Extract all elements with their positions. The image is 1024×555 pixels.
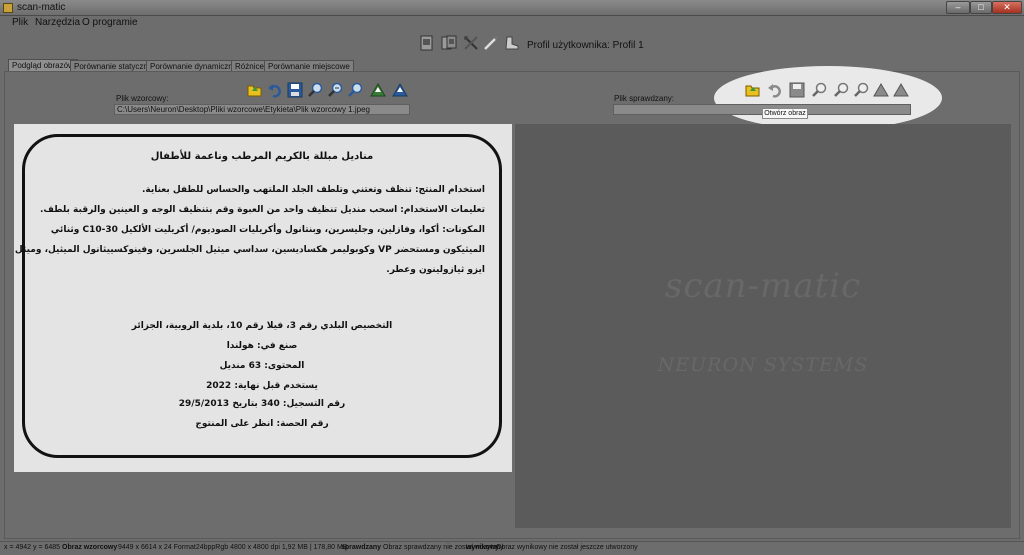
reference-image: مناديل مبللة بالكريم المرطب وناعمة للأطف… [14, 124, 512, 472]
triangle-right-icon[interactable] [892, 81, 910, 99]
zoom-fit-icon[interactable] [346, 81, 364, 99]
app-icon [3, 3, 13, 13]
close-button[interactable]: ✕ [992, 1, 1022, 14]
label-line-usage: استخدام المنتج: تنظف وتعتني وتلطف الجلد … [141, 185, 485, 195]
triangle-right-icon[interactable] [391, 81, 409, 99]
menu-o-programie[interactable]: O programie [82, 17, 138, 28]
status-bar: x = 4942 y = 6485 Obraz wzorcowy 9449 x … [0, 541, 1024, 555]
zoom-in-icon[interactable] [306, 81, 324, 99]
zoom-out-icon[interactable] [832, 81, 850, 99]
label-expiry: يستخدم قبل نهاية: 2022 [206, 381, 318, 391]
label-registration: رقم التسجيل: 340 بتاريخ 29/5/2013 [178, 399, 346, 409]
reference-file-label: Plik wzorcowy: [116, 94, 169, 103]
open-folder-icon[interactable] [744, 81, 762, 99]
menu-plik[interactable]: Plik [12, 17, 28, 28]
maximize-button[interactable]: □ [970, 1, 992, 14]
label-origin: صنع في: هولندا [226, 341, 298, 351]
boot-icon[interactable] [502, 34, 520, 52]
profile-label: Profil użytkownika: Profil 1 [527, 40, 644, 51]
window-title: scan-matic [17, 2, 66, 13]
menu-bar: Plik Narzędzia O programie [0, 16, 1024, 30]
status-result-label: wynikowy [466, 544, 500, 551]
status-coords: x = 4942 y = 6485 [4, 544, 61, 551]
zoom-out-icon[interactable] [326, 81, 344, 99]
tools-icon[interactable] [462, 34, 480, 52]
menu-narzedzia[interactable]: Narzędzia [35, 17, 80, 28]
label-line-ingredients-2: الميثيكون ومستحضر VP وكوبوليمر هكساديسين… [14, 245, 485, 255]
product-label: مناديل مبللة بالكريم المرطب وناعمة للأطف… [15, 134, 502, 458]
triangle-left-icon[interactable] [369, 81, 387, 99]
watermark-scan-matic: scan-matic [664, 266, 862, 306]
open-folder-icon[interactable] [246, 81, 264, 99]
open-image-tooltip: Otwórz obraz [762, 108, 808, 119]
label-line-instructions: تعليمات الاستخدام: اسحب منديل تنظيف واحد… [39, 205, 485, 215]
title-bar: scan-matic – □ ✕ [0, 0, 1024, 16]
triangle-left-icon[interactable] [872, 81, 890, 99]
zoom-fit-icon[interactable] [852, 81, 870, 99]
reference-file-path[interactable]: C:\Users\Neuron\Desktop\Pliki wzorcowe\E… [114, 104, 410, 115]
status-checked-label: sprawdzany [341, 544, 382, 551]
save-icon[interactable] [286, 81, 304, 99]
label-line-ingredients: المكونات: أكوا، وفازلين، وجليسرين، وبنتا… [50, 225, 485, 235]
checked-file-label: Plik sprawdzany: [614, 94, 675, 103]
scan-compare-icon[interactable] [440, 34, 458, 52]
label-title: مناديل مبللة بالكريم المرطب وناعمة للأطف… [150, 151, 374, 162]
scan-page-icon[interactable] [418, 34, 436, 52]
label-address: التخصيص البلدي رقم 3، فيلا رقم 10، بلدية… [131, 321, 393, 331]
label-content: المحتوى: 63 منديل [219, 361, 305, 371]
undo-icon[interactable] [266, 81, 284, 99]
status-reference-info: 9449 x 6614 x 24 Format24bppRgb 4800 x 4… [118, 544, 348, 551]
label-line-ingredients-3: ايزو ثيازولينون وعطر. [386, 265, 485, 275]
status-reference-label: Obraz wzorcowy [62, 544, 118, 551]
wand-icon[interactable] [482, 34, 500, 52]
watermark-neuron-systems: NEURON SYSTEMS [657, 354, 869, 376]
status-result-info: Obraz wynikowy nie został jeszcze utworz… [496, 544, 638, 551]
checked-image-area: scan-matic NEURON SYSTEMS [515, 124, 1011, 528]
zoom-in-icon[interactable] [810, 81, 828, 99]
label-batch: رقم الحصة: انظر على المنتوج [195, 419, 329, 429]
minimize-button[interactable]: – [946, 1, 970, 14]
undo-icon[interactable] [766, 81, 784, 99]
save-icon[interactable] [788, 81, 806, 99]
